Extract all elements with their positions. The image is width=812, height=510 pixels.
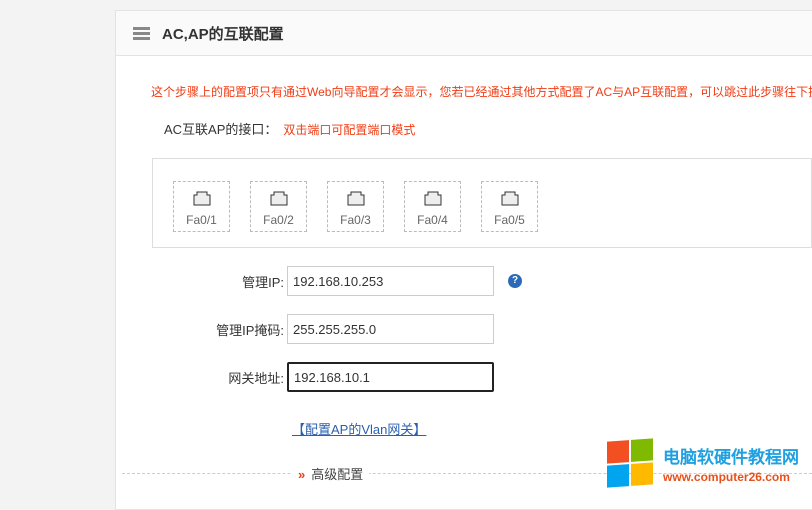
mask-input[interactable]	[287, 314, 494, 344]
interface-hint: 双击端口可配置端口模式	[283, 123, 416, 137]
page-title: AC,AP的互联配置	[162, 25, 284, 43]
watermark-url: www.computer26.com	[663, 469, 790, 484]
gateway-row: 网关地址:	[116, 362, 494, 392]
port-fa0-2[interactable]: Fa0/2	[250, 181, 307, 232]
advanced-label: 高级配置	[311, 467, 364, 482]
watermark-name: 电脑软硬件教程网	[663, 447, 799, 467]
mgmt-ip-input[interactable]	[287, 266, 494, 296]
watermark: 电脑软硬件教程网 www.computer26.com	[607, 438, 799, 488]
double-chevron-icon: »	[298, 467, 306, 482]
port-icon	[424, 191, 441, 206]
mask-row: 管理IP掩码:	[116, 314, 494, 344]
notice-text: 这个步骤上的配置项只有通过Web向导配置才会显示，您若已经通过其他方式配置了AC…	[151, 85, 812, 99]
gateway-label: 网关地址:	[228, 370, 284, 386]
interface-label-text: AC互联AP的接口：	[164, 122, 278, 137]
port-fa0-1[interactable]: Fa0/1	[173, 181, 230, 232]
port-icon	[347, 191, 364, 206]
port-label: Fa0/1	[186, 213, 217, 227]
gateway-input[interactable]	[287, 362, 494, 392]
port-fa0-4[interactable]: Fa0/4	[404, 181, 461, 232]
port-icon	[501, 191, 518, 206]
panel-header: AC,AP的互联配置	[116, 11, 812, 56]
vlan-gateway-link[interactable]: 【配置AP的Vlan网关】	[292, 419, 426, 438]
port-label: Fa0/4	[417, 213, 448, 227]
mgmt-ip-label: 管理IP:	[242, 274, 284, 290]
mask-label: 管理IP掩码:	[216, 322, 284, 338]
port-label: Fa0/3	[340, 213, 371, 227]
port-fa0-5[interactable]: Fa0/5	[481, 181, 538, 232]
port-fa0-3[interactable]: Fa0/3	[327, 181, 384, 232]
interface-label: AC互联AP的接口： 双击端口可配置端口模式	[164, 119, 415, 138]
port-icon	[270, 191, 287, 206]
port-panel: Fa0/1 Fa0/2 Fa0/3 Fa0/4 Fa0/5	[152, 158, 812, 248]
advanced-toggle[interactable]: » 高级配置	[292, 464, 370, 483]
help-icon[interactable]: ?	[508, 274, 522, 288]
port-label: Fa0/2	[263, 213, 294, 227]
mgmt-ip-row: 管理IP: ?	[116, 266, 522, 296]
port-icon	[193, 191, 210, 206]
port-label: Fa0/5	[494, 213, 525, 227]
windows-logo	[607, 438, 653, 488]
config-panel: AC,AP的互联配置 这个步骤上的配置项只有通过Web向导配置才会显示，您若已经…	[115, 10, 812, 510]
menu-icon[interactable]	[133, 26, 150, 40]
